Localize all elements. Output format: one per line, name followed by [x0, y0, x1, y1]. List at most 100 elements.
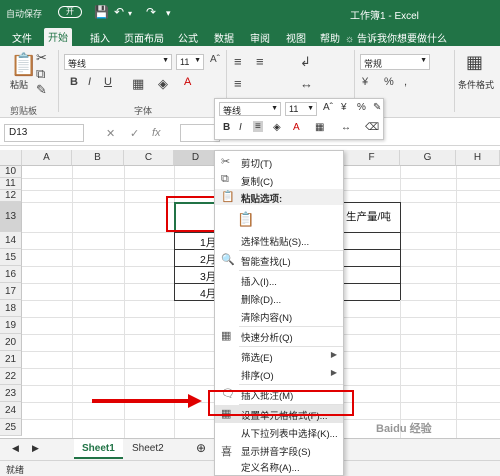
column-header[interactable]: C	[124, 150, 174, 166]
font-color-icon[interactable]: A	[184, 76, 191, 88]
italic-icon[interactable]: I	[88, 76, 91, 88]
menu-item-copy[interactable]: ⧉ 复制(C)	[215, 171, 343, 189]
cell-f13[interactable]: 生产量/吨	[346, 209, 391, 224]
currency-icon[interactable]: ¥	[341, 102, 347, 113]
tab-file[interactable]: 文件	[8, 29, 36, 46]
mini-merge-icon[interactable]: ↔	[341, 122, 351, 133]
row-header[interactable]: 12	[0, 190, 22, 202]
mini-font-color-icon[interactable]: A	[293, 122, 300, 133]
paste-label[interactable]: 粘贴	[10, 78, 28, 91]
row-header[interactable]: 20	[0, 334, 22, 351]
undo-dropdown-icon[interactable]: ▾	[128, 9, 132, 18]
mini-italic-icon[interactable]: I	[239, 122, 242, 133]
customize-qat-icon[interactable]: ▾	[166, 8, 171, 19]
menu-item-insert[interactable]: 插入(I)...	[215, 271, 343, 289]
row-header[interactable]: 25	[0, 419, 22, 436]
tab-insert[interactable]: 插入	[86, 29, 114, 46]
number-format-select[interactable]: 常规 ▼	[360, 54, 430, 70]
menu-item-paste-special[interactable]: 选择性粘贴(S)...	[215, 231, 343, 249]
save-icon[interactable]: 💾	[94, 5, 109, 19]
undo-icon[interactable]: ↶	[114, 5, 124, 19]
menu-item-delete[interactable]: 删除(D)...	[215, 289, 343, 307]
scroll-right-icon[interactable]: ▶	[24, 439, 47, 459]
menu-item-cut[interactable]: ✂ 剪切(T)	[215, 153, 343, 171]
mini-align-center-icon[interactable]: ≡	[253, 121, 263, 132]
mini-fill-color-icon[interactable]: ◈	[273, 122, 281, 133]
increase-font-icon[interactable]: Aˆ	[210, 54, 220, 65]
sheet-tab-sheet2[interactable]: Sheet2	[124, 439, 172, 459]
tab-data[interactable]: 数据	[210, 29, 238, 46]
row-header[interactable]: 10	[0, 166, 22, 178]
name-box[interactable]: D13	[4, 124, 84, 142]
mini-font-select[interactable]: 等线 ▼	[219, 102, 281, 116]
row-header[interactable]: 21	[0, 351, 22, 368]
fx-icon[interactable]: fx	[152, 127, 161, 139]
wrap-text-icon[interactable]: ↲	[300, 54, 311, 70]
align-middle-icon[interactable]: ≡	[256, 54, 264, 69]
format-painter-icon[interactable]: ✎	[373, 102, 381, 113]
add-sheet-icon[interactable]: ⊕	[188, 439, 214, 459]
column-header[interactable]: A	[22, 150, 72, 166]
menu-item-filter[interactable]: 筛选(E) ▶	[215, 347, 343, 365]
tell-me-search[interactable]: ☼ 告诉我你想要做什么	[345, 30, 447, 45]
menu-item-smart-lookup[interactable]: 🔍 智能查找(L)	[215, 251, 343, 269]
tab-page-layout[interactable]: 页面布局	[120, 29, 168, 46]
mini-borders-icon[interactable]: ▦	[315, 122, 324, 133]
fill-color-icon[interactable]: ◈	[158, 76, 168, 92]
tab-home[interactable]: 开始	[44, 28, 72, 46]
row-header[interactable]: 16	[0, 266, 22, 283]
menu-item-define-name[interactable]: 定义名称(A)...	[215, 457, 343, 475]
sheet-tab-sheet1[interactable]: Sheet1	[74, 439, 123, 459]
currency-icon[interactable]: ¥	[362, 76, 368, 88]
underline-icon[interactable]: U	[104, 76, 112, 88]
paste-icon[interactable]: 📋	[10, 52, 37, 78]
format-painter-icon[interactable]: ✎	[36, 82, 47, 98]
cancel-icon[interactable]: ✕	[106, 127, 115, 140]
conditional-format-icon[interactable]: ▦	[466, 52, 483, 73]
row-header[interactable]: 17	[0, 283, 22, 300]
row-header[interactable]: 22	[0, 368, 22, 385]
column-header[interactable]: B	[72, 150, 124, 166]
tab-review[interactable]: 审阅	[246, 29, 274, 46]
percent-icon[interactable]: %	[357, 102, 366, 113]
column-header[interactable]: H	[456, 150, 500, 166]
row-header[interactable]: 23	[0, 385, 22, 402]
row-header[interactable]: 11	[0, 178, 22, 190]
conditional-format-label[interactable]: 条件格式	[458, 78, 494, 91]
row-header[interactable]: 14	[0, 232, 22, 249]
font-size-select[interactable]: 11 ▼	[176, 54, 204, 70]
row-header[interactable]: 15	[0, 249, 22, 266]
menu-item-clear[interactable]: 清除内容(N)	[215, 307, 343, 325]
merge-center-icon[interactable]: ↔	[300, 76, 313, 91]
cut-icon[interactable]: ✂	[36, 50, 47, 66]
column-header[interactable]: G	[400, 150, 456, 166]
tab-help[interactable]: 帮助	[316, 29, 344, 46]
align-left-icon[interactable]: ≡	[234, 76, 242, 91]
align-top-icon[interactable]: ≡	[234, 54, 242, 69]
comma-icon[interactable]: ,	[404, 76, 407, 88]
borders-icon[interactable]: ▦	[132, 76, 144, 92]
redo-icon[interactable]: ↷	[146, 5, 156, 19]
menu-item-sort[interactable]: 排序(O) ▶	[215, 365, 343, 383]
mini-bold-icon[interactable]: B	[223, 122, 230, 133]
autosave-toggle[interactable]: 开	[58, 6, 82, 18]
select-all-corner[interactable]	[0, 150, 22, 166]
bold-icon[interactable]: B	[70, 76, 78, 88]
increase-font-icon[interactable]: Aˆ	[323, 102, 333, 113]
mini-clear-icon[interactable]: ⌫	[365, 122, 379, 133]
tab-view[interactable]: 视图	[282, 29, 310, 46]
row-header[interactable]: 18	[0, 300, 22, 317]
menu-item-pick-from-list[interactable]: 从下拉列表中选择(K)...	[215, 423, 343, 441]
enter-icon[interactable]: ✓	[130, 127, 139, 140]
mini-size-select[interactable]: 11 ▼	[285, 102, 317, 116]
percent-icon[interactable]: %	[384, 76, 394, 88]
tab-formulas[interactable]: 公式	[174, 29, 202, 46]
copy-icon[interactable]: ⧉	[36, 66, 45, 82]
row-header[interactable]: 13	[0, 202, 22, 232]
paste-option-button[interactable]: 📋	[215, 207, 343, 231]
column-header[interactable]: D	[174, 150, 218, 166]
row-header[interactable]: 24	[0, 402, 22, 419]
row-header[interactable]: 19	[0, 317, 22, 334]
column-header[interactable]: F	[344, 150, 400, 166]
font-name-select[interactable]: 等线 ▼	[64, 54, 172, 70]
